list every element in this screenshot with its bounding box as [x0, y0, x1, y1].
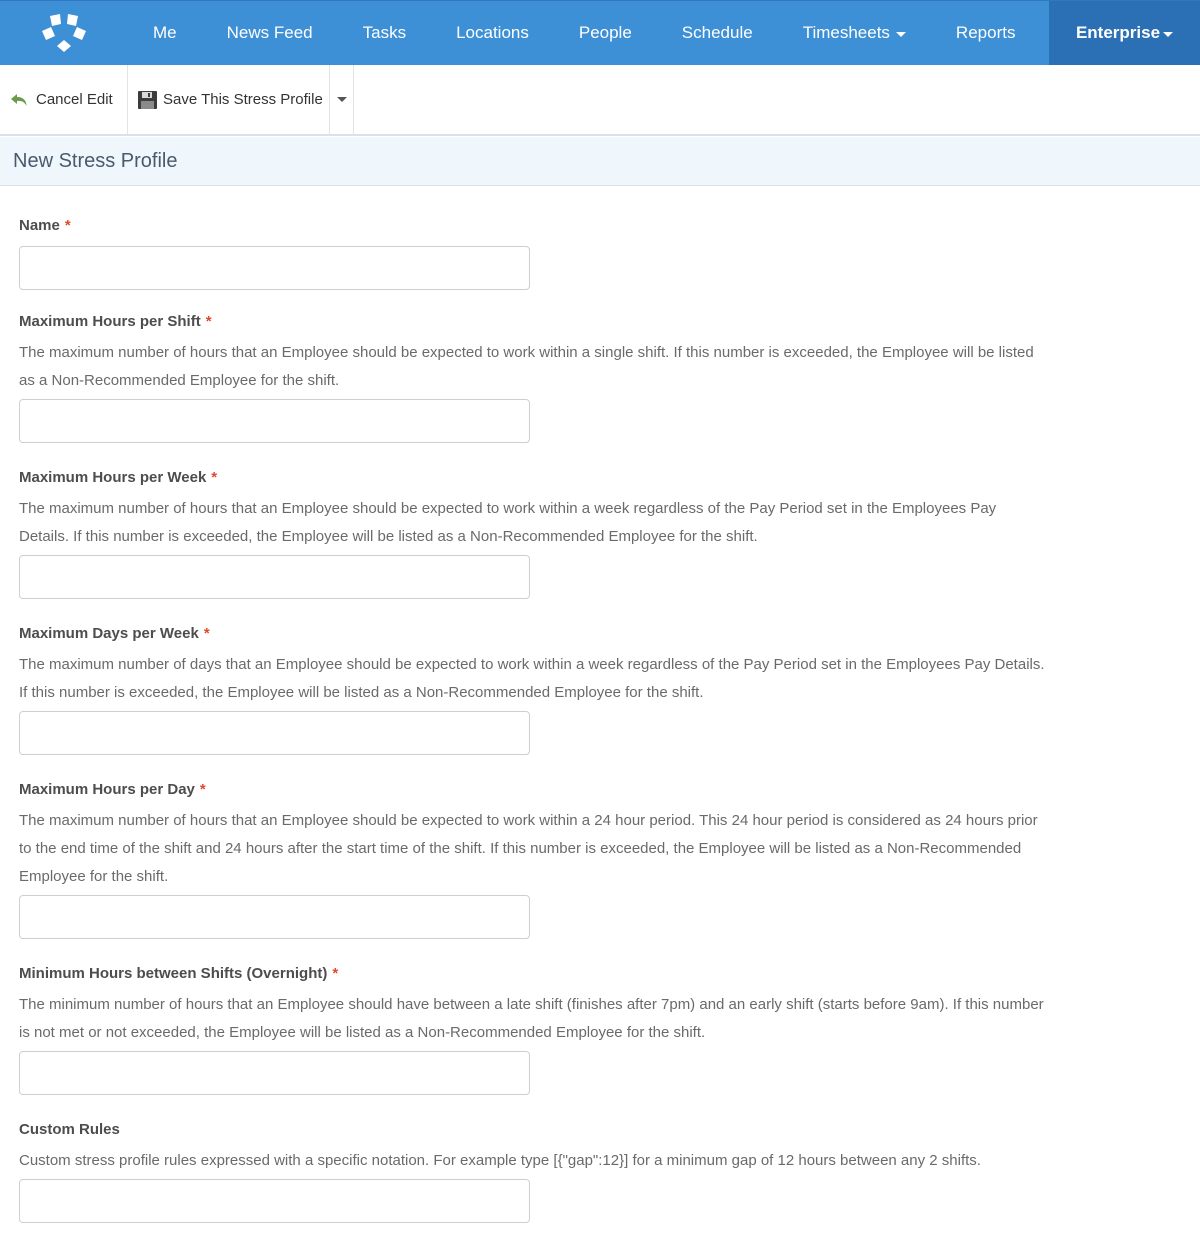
field-label-text: Custom Rules — [19, 1121, 120, 1138]
field-label: Maximum Days per Week * — [19, 624, 1049, 644]
nav-item-label: Reports — [955, 23, 1016, 42]
nav-item-schedule[interactable]: Schedule — [657, 1, 778, 65]
field-label-text: Maximum Hours per Day — [19, 781, 195, 798]
field-label-text: Minimum Hours between Shifts (Overnight) — [19, 965, 328, 982]
caret-down-icon — [895, 31, 906, 37]
nav-item-enterprise[interactable]: Enterprise — [1049, 1, 1200, 65]
nav-item-me[interactable]: Me — [128, 1, 202, 65]
name-input[interactable] — [19, 246, 530, 290]
nav-item-news-feed[interactable]: News Feed — [202, 1, 338, 65]
nav-item-tasks[interactable]: Tasks — [338, 1, 431, 65]
required-asterisk-icon: * — [332, 965, 339, 982]
nav-item-label: People — [578, 23, 632, 42]
field-label-text: Maximum Hours per Week — [19, 469, 207, 486]
app-logo[interactable] — [0, 1, 128, 65]
field-label-text: Name — [19, 217, 60, 234]
field-max-hours-per-week: Maximum Hours per Week * The maximum numb… — [19, 468, 1049, 599]
field-label: Name * — [19, 216, 1049, 236]
min-hours-between-shifts-input[interactable] — [19, 1051, 530, 1095]
nav-item-label: Enterprise — [1075, 23, 1161, 42]
undo-arrow-icon — [10, 92, 30, 108]
required-asterisk-icon: * — [211, 469, 218, 486]
nav-item-reports[interactable]: Reports — [931, 1, 1041, 65]
max-hours-per-day-input[interactable] — [19, 895, 530, 939]
max-hours-per-week-input[interactable] — [19, 555, 530, 599]
custom-rules-input[interactable] — [19, 1179, 530, 1223]
logo-icon — [42, 14, 86, 52]
nav-item-people[interactable]: People — [554, 1, 657, 65]
field-min-hours-between-shifts: Minimum Hours between Shifts (Overnight)… — [19, 964, 1049, 1095]
nav-item-label: Timesheets — [802, 23, 890, 42]
max-hours-per-shift-input[interactable] — [19, 399, 530, 443]
nav-menu: Me News Feed Tasks Locations People Sche… — [128, 1, 1200, 65]
field-custom-rules: Custom Rules Custom stress profile rules… — [19, 1120, 1049, 1223]
max-days-per-week-input[interactable] — [19, 711, 530, 755]
field-max-days-per-week: Maximum Days per Week * The maximum numbe… — [19, 624, 1049, 755]
field-description: The minimum number of hours that an Empl… — [19, 996, 1044, 1041]
field-label: Maximum Hours per Week * — [19, 468, 1049, 488]
cancel-edit-button[interactable]: Cancel Edit — [0, 65, 128, 134]
field-description: The maximum number of hours that an Empl… — [19, 812, 1038, 885]
field-name: Name * — [19, 216, 1049, 290]
field-max-hours-per-day: Maximum Hours per Day * The maximum numbe… — [19, 780, 1049, 939]
field-description: The maximum number of days that an Emplo… — [19, 656, 1045, 701]
caret-down-icon — [336, 97, 347, 102]
required-asterisk-icon: * — [64, 217, 71, 234]
field-description: The maximum number of hours that an Empl… — [19, 344, 1034, 389]
required-asterisk-icon: * — [205, 313, 212, 330]
save-button-label: Save This Stress Profile — [163, 91, 323, 108]
field-description: Custom stress profile rules expressed wi… — [19, 1152, 981, 1169]
required-asterisk-icon: * — [199, 781, 206, 798]
field-label: Custom Rules — [19, 1120, 1049, 1140]
nav-item-label: Locations — [456, 23, 529, 42]
page-title: New Stress Profile — [13, 149, 178, 172]
field-description: The maximum number of hours that an Empl… — [19, 500, 997, 545]
action-toolbar: Cancel Edit Save This Stress Profile — [0, 65, 1200, 136]
save-stress-profile-button[interactable]: Save This Stress Profile — [128, 65, 330, 134]
field-label-text: Maximum Hours per Shift — [19, 313, 201, 330]
page-header: New Stress Profile — [0, 137, 1200, 186]
nav-item-label: News Feed — [226, 23, 313, 42]
cancel-edit-label: Cancel Edit — [36, 91, 113, 108]
nav-item-label: Me — [153, 23, 177, 42]
nav-item-timesheets[interactable]: Timesheets — [778, 1, 931, 65]
field-label-text: Maximum Days per Week — [19, 625, 199, 642]
save-options-dropdown[interactable] — [330, 65, 354, 134]
field-max-hours-per-shift: Maximum Hours per Shift * The maximum num… — [19, 312, 1049, 443]
floppy-disk-icon — [138, 90, 157, 109]
top-navigation: Me News Feed Tasks Locations People Sche… — [0, 0, 1200, 65]
caret-down-icon — [1163, 31, 1174, 37]
nav-item-label: Tasks — [362, 23, 407, 42]
nav-item-label: Schedule — [681, 23, 753, 42]
field-label: Maximum Hours per Shift * — [19, 312, 1049, 332]
nav-item-locations[interactable]: Locations — [431, 1, 554, 65]
field-label: Minimum Hours between Shifts (Overnight)… — [19, 964, 1049, 984]
field-label: Maximum Hours per Day * — [19, 780, 1049, 800]
required-asterisk-icon: * — [203, 625, 210, 642]
